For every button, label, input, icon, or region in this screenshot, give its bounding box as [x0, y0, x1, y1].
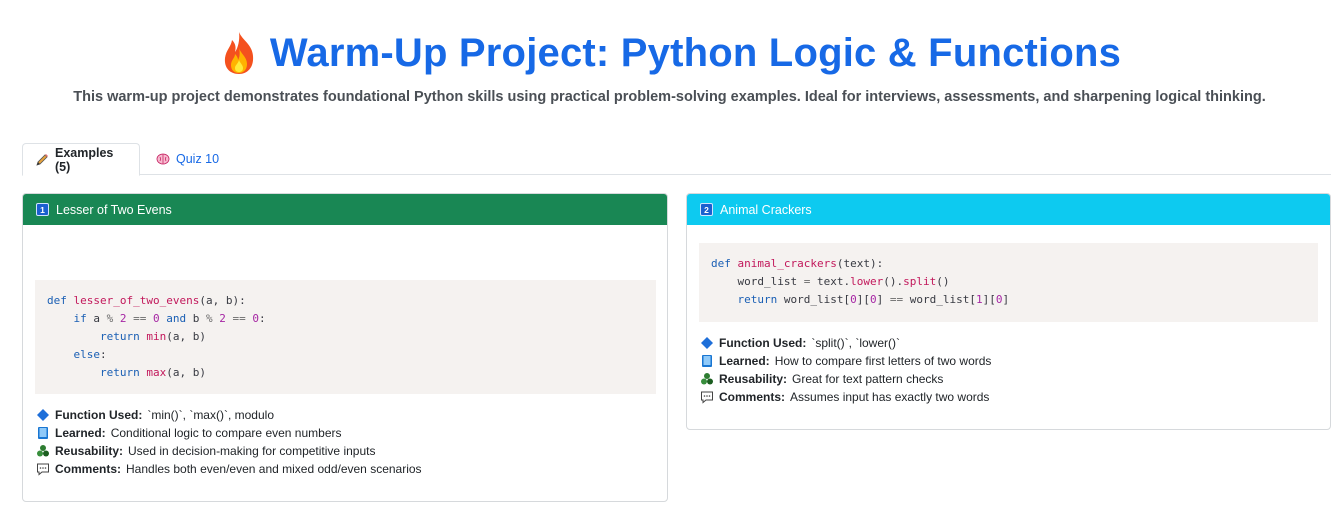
diamond-icon	[701, 337, 713, 349]
tab-quiz[interactable]: Quiz 10	[144, 143, 231, 175]
detail-comments: Comments: Assumes input has exactly two …	[700, 388, 991, 406]
speech-bubble-icon	[701, 391, 713, 404]
card-title: Animal Crackers	[720, 202, 812, 217]
detail-reusability: Reusability: Used in decision-making for…	[36, 442, 422, 460]
detail-function-used: Function Used: `split()`, `lower()`	[700, 334, 991, 352]
number-badge: 1	[36, 203, 49, 216]
card-details: Function Used: `split()`, `lower()` Lear…	[700, 334, 991, 406]
code-block: def lesser_of_two_evens(a, b): if a % 2 …	[35, 280, 656, 394]
card-title: Lesser of Two Evens	[56, 202, 172, 217]
tab-examples-label: Examples (5)	[55, 145, 114, 174]
brain-icon	[156, 153, 170, 165]
number-badge: 2	[700, 203, 713, 216]
page-subtitle: This warm-up project demonstrates founda…	[73, 89, 1266, 105]
recycle-icon	[701, 373, 713, 385]
speech-bubble-icon	[37, 463, 49, 476]
tab-quiz-label: Quiz 10	[176, 152, 220, 166]
code-block: def animal_crackers(text): word_list = t…	[699, 243, 1318, 322]
detail-comments: Comments: Handles both even/even and mix…	[36, 460, 422, 478]
detail-function-used: Function Used: `min()`, `max()`, modulo	[36, 406, 422, 424]
book-icon	[38, 427, 48, 439]
detail-learned: Learned: Conditional logic to compare ev…	[36, 424, 422, 442]
detail-reusability: Reusability: Great for text pattern chec…	[700, 370, 991, 388]
pencil-icon	[36, 153, 48, 166]
fire-icon	[224, 32, 254, 74]
example-card-animal-crackers: 2 Animal Crackers def animal_crackers(te…	[686, 193, 1331, 430]
card-details: Function Used: `min()`, `max()`, modulo …	[36, 406, 422, 478]
tab-bar: Examples (5) Quiz 10	[22, 143, 1331, 176]
page-title-row: Warm-Up Project: Python Logic & Function…	[0, 30, 1339, 81]
page-title-text: Warm-Up Project: Python Logic & Function…	[269, 30, 1122, 75]
card-header[interactable]: 2 Animal Crackers	[687, 194, 1330, 225]
tab-examples[interactable]: Examples (5)	[22, 143, 140, 176]
diamond-icon	[37, 409, 49, 421]
recycle-icon	[37, 445, 49, 457]
example-card-lesser-of-two-evens: 1 Lesser of Two Evens def lesser_of_two_…	[22, 193, 668, 502]
book-icon	[702, 355, 712, 367]
page-title: Warm-Up Project: Python Logic & Function…	[218, 30, 1121, 76]
detail-learned: Learned: How to compare first letters of…	[700, 352, 991, 370]
card-header[interactable]: 1 Lesser of Two Evens	[23, 194, 667, 225]
